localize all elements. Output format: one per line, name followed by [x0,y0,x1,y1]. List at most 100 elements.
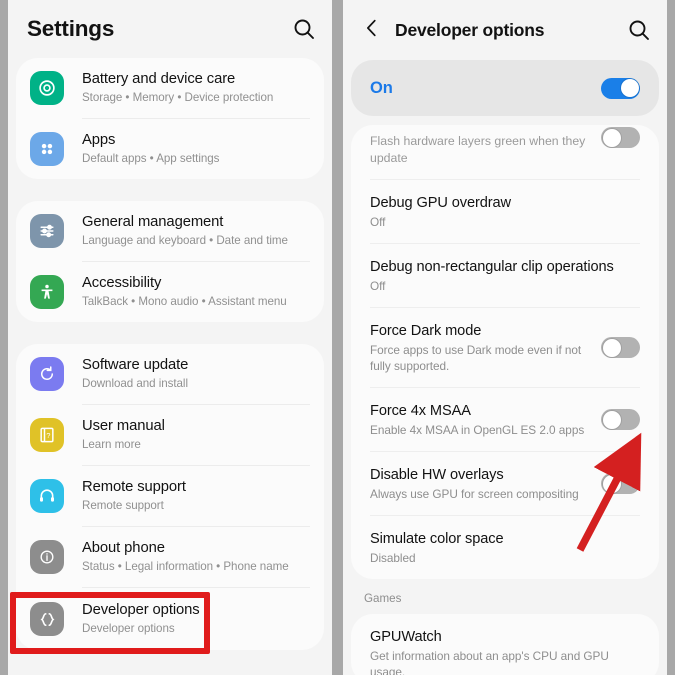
page-title: Settings [27,16,115,41]
accessibility-person-icon [30,275,64,309]
gpuwatch-row[interactable]: GPUWatch Get information about an app's … [351,614,659,675]
row-subtitle: Remote support [82,499,164,512]
disable-hw-overlays-toggle[interactable] [601,473,640,494]
developer-options-panel: Developer options On Flash hardware laye… [343,0,667,675]
row-title: User manual [82,418,165,434]
debug-gpu-overdraw-row[interactable]: Debug GPU overdraw Off [351,180,659,243]
developer-options-list-card: Flash hardware layers green when they up… [351,125,659,579]
row-text: Developer options Developer options [82,601,310,637]
toggle-knob [602,410,621,429]
debug-non-rectangular-clip-operations-row[interactable]: Debug non-rectangular clip operations Of… [351,244,659,307]
row-subtitle: Storage • Memory • Device protection [82,91,274,104]
row-subtitle: Always use GPU for screen compositing [370,487,579,501]
user-manual-icon: ? [30,418,64,452]
settings-row-battery-and-device-care[interactable]: Battery and device care Storage • Memory… [16,58,324,118]
section-label-games: Games [364,592,402,605]
row-subtitle: Force apps to use Dark mode even if not … [370,343,582,373]
row-subtitle: TalkBack • Mono audio • Assistant menu [82,295,287,308]
row-text: Force Dark mode Force apps to use Dark m… [370,321,601,374]
row-title: Battery and device care [82,71,236,87]
row-subtitle: Get information about an app's CPU and G… [370,649,609,675]
row-subtitle: Download and install [82,377,188,390]
developer-options-row[interactable]: Developer options Developer options [16,588,324,650]
row-text: Battery and device care Storage • Memory… [82,70,310,106]
search-icon[interactable] [627,18,651,42]
row-title: Developer options [82,602,200,618]
settings-row-software-update[interactable]: Software update Download and install [16,344,324,404]
row-subtitle: Enable 4x MSAA in OpenGL ES 2.0 apps [370,423,585,437]
disable-hw-overlays-row[interactable]: Disable HW overlays Always use GPU for s… [351,452,659,515]
row-subtitle: Developer options [82,622,175,635]
developer-braces-icon [30,602,64,636]
row-subtitle: Language and keyboard • Date and time [82,234,288,247]
toggle-knob [602,128,621,147]
settings-group-3: Software update Download and install ? U… [16,344,324,650]
settings-row-about-phone[interactable]: About phone Status • Legal information •… [16,527,324,587]
row-text: Force 4x MSAA Enable 4x MSAA in OpenGL E… [370,401,601,438]
row-text: About phone Status • Legal information •… [82,539,310,575]
page-title: Developer options [395,19,545,40]
row-subtitle: Learn more [82,438,141,451]
row-title: General management [82,214,224,230]
developer-options-master-switch-row[interactable]: On [351,60,659,116]
software-update-icon [30,357,64,391]
developer-options-content: Developer options On Flash hardware laye… [343,0,667,675]
headset-icon [30,479,64,513]
force-dark-mode-row[interactable]: Force Dark mode Force apps to use Dark m… [351,308,659,387]
row-title: Remote support [82,479,186,495]
row-text: General management Language and keyboard… [82,213,310,249]
settings-content: Settings Battery and device care Storage… [8,0,332,650]
row-title: GPUWatch [370,629,442,645]
back-chevron-icon[interactable] [361,17,395,44]
row-title: About phone [82,540,165,556]
settings-row-accessibility[interactable]: Accessibility TalkBack • Mono audio • As… [16,262,324,322]
battery-device-care-icon [30,71,64,105]
row-title: Force 4x MSAA [370,403,471,419]
screenshot-stage: Settings Battery and device care Storage… [0,0,675,675]
row-subtitle: Off [370,279,386,293]
flash-hardware-layers-row[interactable]: Flash hardware layers green when they up… [351,125,659,179]
settings-row-apps[interactable]: Apps Default apps • App settings [16,119,324,179]
master-switch-toggle[interactable] [601,77,640,99]
settings-group-2: General management Language and keyboard… [16,201,324,322]
row-title: Flash hardware layers green when they up… [370,134,586,165]
row-title: Debug non-rectangular clip operations [370,259,614,275]
sliders-icon [30,214,64,248]
row-subtitle: Status • Legal information • Phone name [82,560,289,573]
developer-options-header: Developer options [343,0,667,60]
settings-row-remote-support[interactable]: Remote support Remote support [16,466,324,526]
row-text: Accessibility TalkBack • Mono audio • As… [82,274,310,310]
toggle-knob [602,474,621,493]
row-text: Software update Download and install [82,356,310,392]
simulate-color-space-row[interactable]: Simulate color space Disabled [351,516,659,579]
row-text: Apps Default apps • App settings [82,131,310,167]
flash-hardware-layers-toggle[interactable] [601,127,640,148]
row-title: Apps [82,132,116,148]
settings-row-general-management[interactable]: General management Language and keyboard… [16,201,324,261]
force-4x-msaa-row[interactable]: Force 4x MSAA Enable 4x MSAA in OpenGL E… [351,388,659,451]
info-icon [30,540,64,574]
row-text: User manual Learn more [82,417,310,453]
row-title: Simulate color space [370,531,504,547]
row-text: Debug GPU overdraw Off [370,193,640,230]
row-subtitle: Disabled [370,551,416,565]
settings-header: Settings [8,0,332,58]
search-icon[interactable] [292,17,316,41]
settings-panel: Settings Battery and device care Storage… [8,0,332,675]
row-title: Software update [82,357,189,373]
settings-group-1: Battery and device care Storage • Memory… [16,58,324,179]
row-title: Disable HW overlays [370,467,504,483]
row-subtitle: Off [370,215,386,229]
toggle-knob [620,79,639,97]
row-text: Disable HW overlays Always use GPU for s… [370,465,601,502]
row-text: Debug non-rectangular clip operations Of… [370,257,640,294]
row-text: GPUWatch Get information about an app's … [370,627,640,675]
apps-grid-icon [30,132,64,166]
settings-row-user-manual[interactable]: ? User manual Learn more [16,405,324,465]
games-card: GPUWatch Get information about an app's … [351,614,659,675]
row-title: Force Dark mode [370,323,482,339]
panel-gap [332,0,343,675]
force-4x-msaa-toggle[interactable] [601,409,640,430]
force-dark-mode-toggle[interactable] [601,337,640,358]
row-text: Simulate color space Disabled [370,529,640,566]
